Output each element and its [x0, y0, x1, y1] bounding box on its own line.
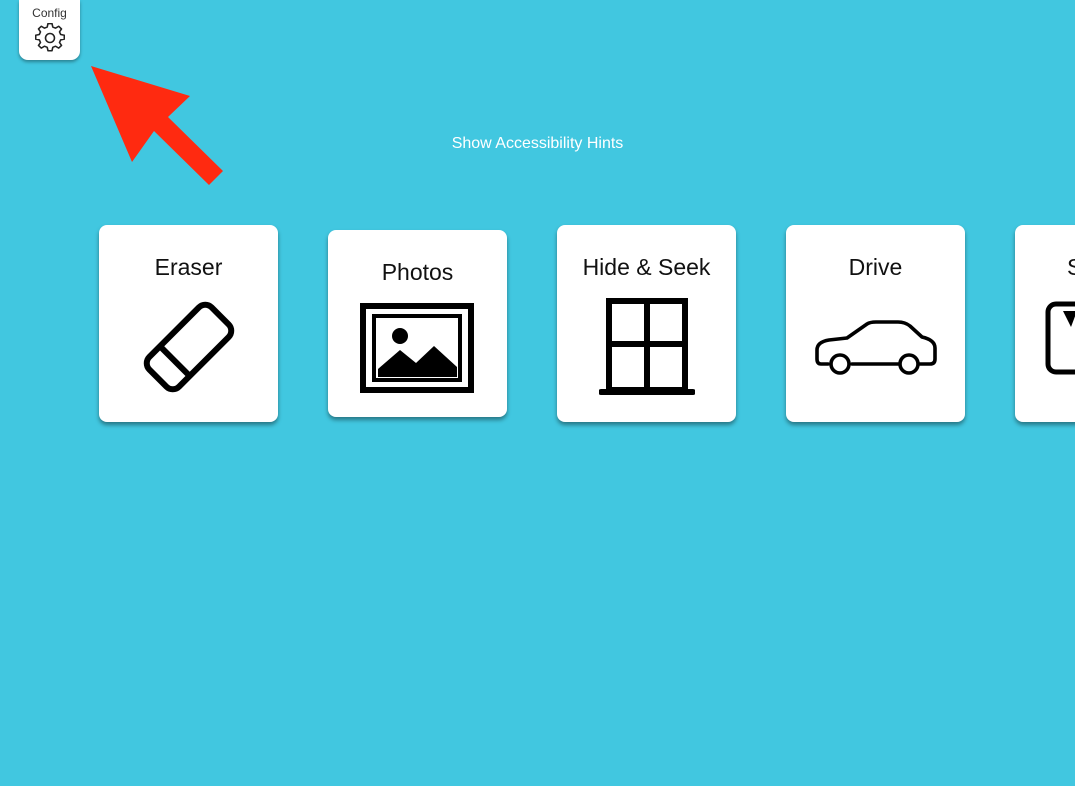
card-title-partial: S — [1067, 254, 1075, 280]
pointer-arrow — [91, 66, 223, 185]
card-eraser[interactable]: Eraser — [99, 225, 278, 422]
card-drive[interactable]: Drive — [786, 225, 965, 422]
photo-icon — [360, 303, 474, 393]
card-hide-and-seek[interactable]: Hide & Seek — [557, 225, 736, 422]
card-title-drive: Drive — [848, 254, 903, 280]
card-photos[interactable]: Photos — [328, 230, 507, 417]
card-partial[interactable]: S — [1015, 225, 1075, 422]
card-title-eraser: Eraser — [154, 254, 223, 280]
card-title-photos: Photos — [381, 259, 454, 285]
card-title-hide-and-seek: Hide & Seek — [582, 254, 711, 280]
eraser-icon — [143, 301, 235, 393]
gear-icon — [35, 23, 65, 52]
config-label: Config — [32, 6, 67, 20]
app-screen: Config Show Accessibility Hints Eraser P… — [0, 0, 1075, 786]
partial-icon — [1045, 301, 1075, 375]
car-icon — [815, 320, 937, 375]
config-button[interactable]: Config — [19, 0, 80, 60]
show-accessibility-hints-link[interactable]: Show Accessibility Hints — [0, 133, 1075, 155]
window-icon — [599, 298, 695, 395]
